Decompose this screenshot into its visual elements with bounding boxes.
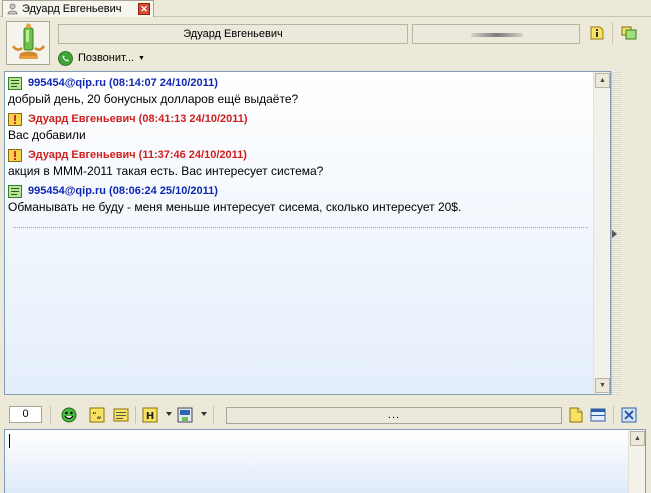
chat-log[interactable]: 995454@qip.ru (08:14:07 24/10/2011) добры… [4, 71, 611, 395]
send-file-icon[interactable] [177, 407, 193, 423]
toolbar-separator [613, 406, 614, 424]
toolbar-separator [50, 406, 51, 424]
new-note-icon[interactable] [568, 407, 584, 423]
toolbar-separator [135, 406, 136, 424]
message-input-area[interactable]: ▲ [4, 429, 646, 493]
outgoing-message-icon [8, 112, 22, 126]
tab-bar: Эдуард Евгеньевич ✕ [0, 0, 651, 17]
scroll-up-icon[interactable]: ▲ [595, 73, 610, 88]
scroll-down-icon[interactable]: ▼ [595, 378, 610, 393]
message-sender-time: Эдуард Евгеньевич (11:37:46 24/10/2011) [28, 149, 247, 161]
char-counter: 0 [9, 406, 42, 423]
chevron-down-icon[interactable] [166, 412, 172, 416]
message-text: Вас добавили [8, 128, 86, 142]
message-divider [13, 227, 588, 228]
call-label: Позвонит... [78, 52, 134, 64]
font-style-icon[interactable]: H [142, 407, 158, 423]
message-header: 995454@qip.ru (08:14:07 24/10/2011) [8, 75, 610, 91]
message-input[interactable] [13, 432, 613, 452]
outgoing-message-icon [8, 148, 22, 162]
tab-label: Эдуард Евгеньевич [22, 3, 122, 15]
tab-close-icon[interactable]: ✕ [138, 3, 150, 15]
progress-field: ... [226, 407, 562, 424]
close-window-icon[interactable] [621, 407, 637, 423]
expand-right-icon[interactable] [612, 230, 617, 238]
message-header: Эдуард Евгеньевич (08:41:13 24/10/2011) [8, 111, 610, 127]
contact-info-icon[interactable] [590, 26, 604, 40]
contact-name-field: Эдуард Евгеньевич [58, 24, 408, 44]
text-caret [9, 434, 10, 448]
input-toolbar: 0 "„ H ... [0, 404, 651, 426]
layout-toggle-icon[interactable] [590, 407, 606, 423]
template-icon[interactable] [113, 407, 129, 423]
message-sender-time: 995454@qip.ru (08:14:07 24/10/2011) [28, 77, 218, 89]
status-field [412, 24, 580, 44]
message-header: Эдуард Евгеньевич (11:37:46 24/10/2011) [8, 147, 610, 163]
message-header: 995454@qip.ru (08:06:24 25/10/2011) [8, 183, 610, 199]
qip-logo-icon [11, 23, 46, 59]
contact-icon [7, 3, 18, 15]
chat-tab[interactable]: Эдуард Евгеньевич ✕ [2, 0, 154, 17]
history-icon[interactable] [621, 26, 637, 40]
message-sender-time: 995454@qip.ru (08:06:24 25/10/2011) [28, 185, 218, 197]
chevron-down-icon[interactable] [201, 412, 207, 416]
chevron-down-icon[interactable]: ▼ [138, 55, 145, 62]
chat-scrollbar[interactable]: ▲ ▼ [593, 72, 610, 394]
redacted-status [471, 33, 523, 37]
input-scrollbar[interactable]: ▲ [628, 430, 645, 493]
phone-icon [58, 50, 73, 66]
message-text: Обманывать не буду - меня меньше интерес… [8, 200, 462, 214]
quote-icon[interactable]: "„ [89, 407, 105, 423]
message-text: добрый день, 20 бонусных долларов ещё вы… [8, 92, 299, 106]
scroll-up-icon[interactable]: ▲ [630, 431, 645, 446]
incoming-message-icon [8, 184, 22, 198]
smiley-icon[interactable] [61, 407, 77, 423]
call-button[interactable]: Позвонит... ▼ [58, 49, 145, 67]
message-list: 995454@qip.ru (08:14:07 24/10/2011) добры… [5, 75, 610, 216]
header-separator [612, 22, 613, 44]
svg-text:"„: "„ [92, 411, 101, 420]
incoming-message-icon [8, 76, 22, 90]
avatar [6, 21, 50, 65]
svg-text:H: H [146, 411, 154, 422]
message-text: акция в МММ-2011 такая есть. Вас интерес… [8, 164, 324, 178]
message-sender-time: Эдуард Евгеньевич (08:41:13 24/10/2011) [28, 113, 248, 125]
toolbar-separator [213, 406, 214, 424]
